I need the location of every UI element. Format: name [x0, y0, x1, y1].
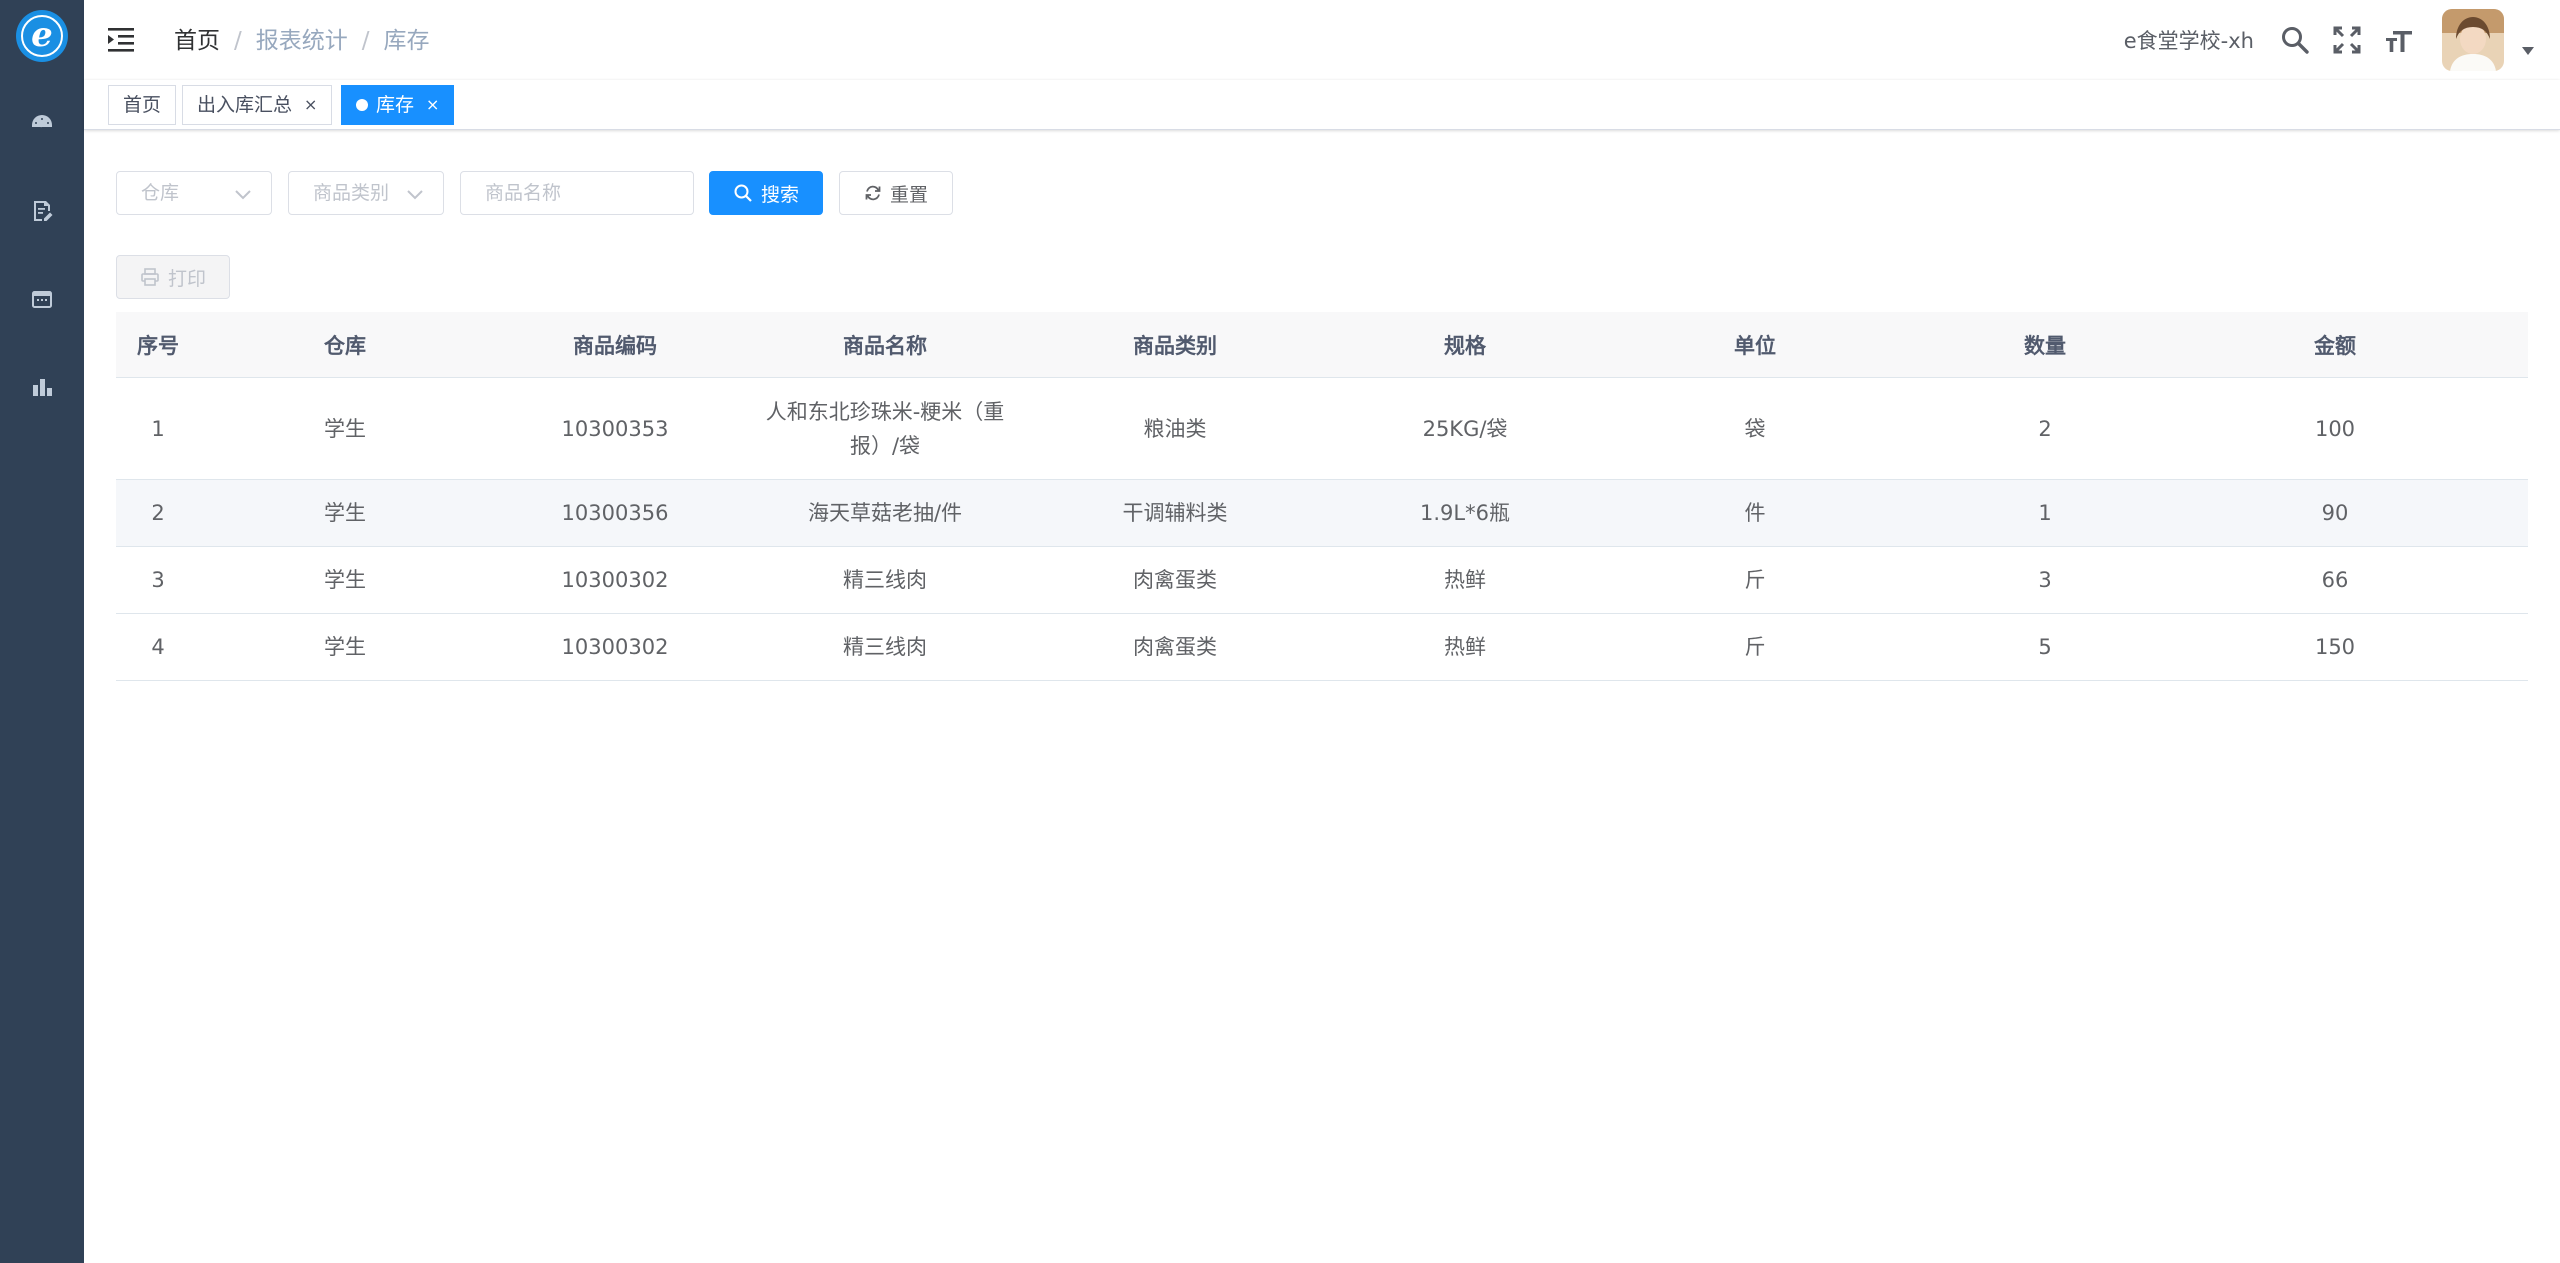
cell-index: 3 [151, 568, 165, 592]
cell-spec: 25KG/袋 [1422, 416, 1508, 441]
search-button[interactable]: 搜索 [709, 171, 823, 215]
app-logo[interactable]: e [14, 8, 70, 64]
cell-name: 精三线肉 [843, 568, 927, 592]
table-row[interactable]: 4 学生 10300302 精三线肉 肉禽蛋类 热鲜 斤 5 150 [116, 614, 2528, 681]
breadcrumb-reports: 报表统计 [255, 28, 348, 54]
cell-warehouse: 学生 [324, 416, 366, 441]
column-header-unit: 单位 [1734, 333, 1776, 358]
column-header-amount: 金额 [2314, 333, 2356, 358]
reset-label: 重置 [889, 183, 928, 206]
cell-index: 4 [151, 635, 165, 659]
font-size-icon[interactable] [2382, 23, 2416, 57]
caret-down-icon[interactable] [2518, 41, 2538, 61]
dashboard-icon[interactable] [28, 109, 56, 137]
tag-home[interactable]: 首页 [108, 85, 177, 125]
calendar-icon[interactable] [28, 285, 56, 313]
tag-inout-summary[interactable]: 出入库汇总 × [182, 85, 333, 125]
breadcrumb-separator: / [361, 28, 370, 54]
username: e食堂学校-xh [2123, 29, 2254, 53]
print-button[interactable]: 打印 [116, 255, 230, 299]
column-header-code: 商品编码 [573, 333, 657, 358]
hamburger-icon[interactable] [108, 26, 138, 54]
cell-amount: 66 [2321, 568, 2349, 592]
chevron-down-icon [235, 190, 251, 200]
cell-code: 10300353 [561, 416, 669, 441]
cell-category: 肉禽蛋类 [1133, 635, 1217, 659]
search-label: 搜索 [760, 183, 799, 206]
cell-warehouse: 学生 [324, 568, 366, 592]
sidebar: e [0, 0, 84, 1263]
column-header-category: 商品类别 [1133, 333, 1217, 358]
cell-warehouse: 学生 [324, 501, 366, 525]
tag-label: 库存 [376, 94, 415, 116]
fullscreen-icon[interactable] [2330, 23, 2364, 57]
column-header-name: 商品名称 [843, 333, 927, 358]
chevron-down-icon [407, 190, 423, 200]
avatar[interactable] [2442, 9, 2504, 71]
table-header: 序号 仓库 商品编码 商品名称 商品类别 规格 单位 数量 金额 [116, 312, 2528, 378]
reset-button[interactable]: 重置 [839, 171, 953, 215]
breadcrumb-inventory: 库存 [383, 28, 430, 54]
cell-code: 10300302 [561, 635, 669, 659]
cell-index: 1 [151, 416, 165, 441]
cell-amount: 150 [2314, 635, 2356, 659]
warehouse-select[interactable]: 仓库 [116, 171, 272, 215]
cell-spec: 1.9L*6瓶 [1420, 501, 1510, 525]
cell-unit: 斤 [1744, 635, 1766, 659]
cell-warehouse: 学生 [324, 635, 366, 659]
cell-index: 2 [151, 501, 165, 525]
tags-view: 首页 出入库汇总 × 库存 × [84, 80, 2560, 130]
tag-inventory[interactable]: 库存 × [341, 85, 455, 125]
tag-label: 首页 [123, 94, 162, 116]
cell-unit: 袋 [1744, 416, 1766, 441]
cell-name: 人和东北珍珠米-粳米（重报）/袋 [765, 399, 1005, 458]
category-select[interactable]: 商品类别 [288, 171, 444, 215]
cell-quantity: 2 [2038, 416, 2052, 441]
cell-category: 粮油类 [1143, 416, 1207, 441]
cell-spec: 热鲜 [1444, 568, 1486, 592]
bar-chart-icon[interactable] [28, 373, 56, 401]
inventory-table: 序号 仓库 商品编码 商品名称 商品类别 规格 单位 数量 金额 1 学生 10… [116, 312, 2528, 681]
cell-name: 海天草菇老抽/件 [807, 501, 963, 525]
product-name-input[interactable] [460, 171, 694, 215]
column-header-warehouse: 仓库 [324, 333, 366, 358]
cell-category: 肉禽蛋类 [1133, 568, 1217, 592]
category-placeholder: 商品类别 [313, 182, 390, 204]
table-row[interactable]: 3 学生 10300302 精三线肉 肉禽蛋类 热鲜 斤 3 66 [116, 547, 2528, 614]
active-dot-icon [356, 99, 368, 111]
close-icon[interactable]: × [426, 86, 439, 124]
cell-amount: 90 [2321, 501, 2349, 525]
cell-quantity: 3 [2038, 568, 2052, 592]
refresh-icon [865, 185, 881, 201]
breadcrumb: 首页 / 报表统计 / 库存 [174, 24, 430, 58]
search-icon[interactable] [2278, 23, 2312, 57]
cell-quantity: 5 [2038, 635, 2052, 659]
cell-amount: 100 [2314, 416, 2356, 441]
column-header-spec: 规格 [1444, 333, 1486, 358]
breadcrumb-separator: / [234, 28, 242, 54]
column-header-quantity: 数量 [2024, 333, 2066, 358]
right-menu: e食堂学校-xh [2124, 0, 2560, 80]
search-icon [734, 184, 752, 202]
cell-name: 精三线肉 [843, 635, 927, 659]
document-edit-icon[interactable] [28, 197, 56, 225]
cell-code: 10300356 [561, 501, 669, 525]
cell-unit: 件 [1744, 501, 1766, 525]
cell-code: 10300302 [561, 568, 669, 592]
table-row[interactable]: 1 学生 10300353 人和东北珍珠米-粳米（重报）/袋 粮油类 25KG/… [116, 378, 2528, 480]
print-label: 打印 [167, 267, 206, 290]
warehouse-placeholder: 仓库 [141, 182, 180, 204]
close-icon[interactable]: × [304, 86, 317, 124]
column-header-index: 序号 [137, 333, 179, 358]
cell-spec: 热鲜 [1444, 635, 1486, 659]
cell-unit: 斤 [1744, 568, 1766, 592]
breadcrumb-home[interactable]: 首页 [174, 24, 220, 58]
svg-text:e: e [31, 15, 53, 55]
table-row[interactable]: 2 学生 10300356 海天草菇老抽/件 干调辅料类 1.9L*6瓶 件 1… [116, 480, 2528, 547]
cell-quantity: 1 [2038, 501, 2052, 525]
tag-label: 出入库汇总 [197, 94, 293, 116]
printer-icon [141, 268, 159, 286]
navbar: 首页 / 报表统计 / 库存 e食堂学校-xh [84, 0, 2560, 80]
cell-category: 干调辅料类 [1122, 501, 1228, 525]
